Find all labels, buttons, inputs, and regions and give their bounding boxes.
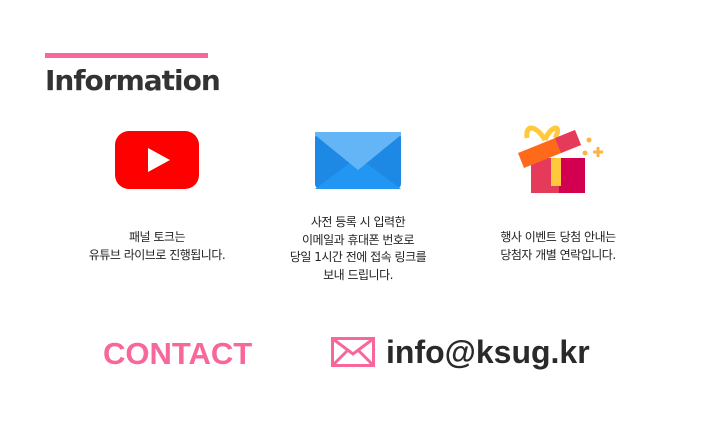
section-title: Information xyxy=(45,64,221,97)
caption-line: 보내 드립니다. xyxy=(323,267,393,282)
info-caption-gift: 행사 이벤트 당첨 안내는 당첨자 개별 연락입니다. xyxy=(448,229,668,264)
info-caption-email: 사전 등록 시 입력한 이메일과 휴대폰 번호로 당일 1시간 전에 접속 링크… xyxy=(248,214,468,284)
caption-line: 사전 등록 시 입력한 xyxy=(310,215,406,229)
mail-icon xyxy=(331,337,375,367)
caption-line: 유튜브 라이브로 진행됩니다. xyxy=(88,247,226,262)
contact-email-link[interactable]: info@ksug.kr xyxy=(386,334,590,371)
youtube-icon xyxy=(115,131,199,189)
info-caption-youtube: 패널 토크는 유튜브 라이브로 진행됩니다. xyxy=(47,229,267,264)
caption-line: 패널 토크는 xyxy=(128,230,186,244)
accent-bar xyxy=(45,53,208,58)
caption-line: 행사 이벤트 당첨 안내는 xyxy=(500,230,616,244)
contact-label: CONTACT xyxy=(103,336,253,371)
caption-line: 당첨자 개별 연락입니다. xyxy=(500,247,616,262)
caption-line: 이메일과 휴대폰 번호로 xyxy=(301,232,415,247)
gift-icon xyxy=(518,125,603,193)
caption-line: 당일 1시간 전에 접속 링크를 xyxy=(289,250,427,264)
envelope-icon xyxy=(315,132,401,189)
